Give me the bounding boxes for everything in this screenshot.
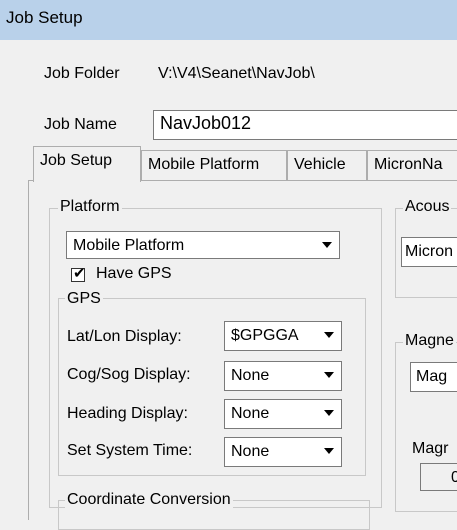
gps-latlon-label: Lat/Lon Display: bbox=[67, 328, 182, 345]
window-title-bar[interactable]: Job Setup bbox=[0, 0, 457, 40]
job-name-label: Job Name bbox=[44, 116, 117, 133]
platform-select-dropdown-button[interactable] bbox=[317, 234, 337, 256]
tab-vehicle-label: Vehicle bbox=[294, 156, 346, 173]
platform-select-value: Mobile Platform bbox=[73, 237, 185, 254]
tab-mobile-platform[interactable]: Mobile Platform bbox=[141, 150, 287, 180]
gps-latlon-dropdown-button[interactable] bbox=[319, 324, 339, 346]
magnetic-select[interactable]: Mag bbox=[410, 362, 457, 392]
gps-systemtime-dropdown-button[interactable] bbox=[319, 440, 339, 462]
have-gps-label: Have GPS bbox=[96, 265, 172, 282]
gps-heading-select[interactable]: None bbox=[224, 399, 342, 429]
gps-systemtime-label: Set System Time: bbox=[67, 442, 193, 459]
gps-cogsog-label: Cog/Sog Display: bbox=[67, 366, 191, 383]
gps-latlon-select[interactable]: $GPGGA bbox=[224, 321, 342, 351]
gps-latlon-value: $GPGGA bbox=[231, 327, 299, 344]
platform-select[interactable]: Mobile Platform bbox=[66, 231, 340, 259]
tab-vehicle[interactable]: Vehicle bbox=[287, 150, 367, 180]
job-folder-label: Job Folder bbox=[44, 65, 120, 82]
chevron-down-icon bbox=[324, 332, 334, 338]
tab-job-setup[interactable]: Job Setup bbox=[33, 146, 141, 182]
gps-systemtime-value: None bbox=[231, 443, 270, 460]
gps-heading-label: Heading Display: bbox=[67, 405, 188, 422]
window-title: Job Setup bbox=[6, 8, 83, 27]
magnetic-select-value: Mag bbox=[416, 368, 448, 385]
chevron-down-icon bbox=[324, 448, 334, 454]
gps-group-legend: GPS bbox=[65, 290, 103, 308]
acoustic-select-value: Micron bbox=[405, 243, 454, 260]
job-folder-path: V:\V4\Seanet\NavJob\ bbox=[158, 65, 315, 82]
coordinate-conversion-legend: Coordinate Conversion bbox=[65, 491, 233, 509]
magnetic-field-value: 0 bbox=[451, 469, 457, 486]
acoustic-select[interactable]: Micron bbox=[401, 237, 457, 267]
chevron-down-icon bbox=[324, 372, 334, 378]
checkmark-icon: ✔ bbox=[73, 265, 86, 282]
job-name-input[interactable]: NavJob012 bbox=[153, 110, 457, 140]
gps-heading-value: None bbox=[231, 405, 270, 422]
gps-cogsog-dropdown-button[interactable] bbox=[319, 364, 339, 386]
magnetic-field-input[interactable]: 0 bbox=[420, 463, 457, 491]
gps-heading-dropdown-button[interactable] bbox=[319, 402, 339, 424]
platform-group-legend: Platform bbox=[58, 198, 122, 216]
chevron-down-icon bbox=[322, 242, 332, 248]
job-name-value: NavJob012 bbox=[160, 113, 252, 133]
tab-mobile-platform-label: Mobile Platform bbox=[148, 156, 260, 173]
acoustic-group-legend: Acous bbox=[403, 198, 452, 216]
tab-job-setup-label: Job Setup bbox=[40, 152, 113, 169]
gps-systemtime-select[interactable]: None bbox=[224, 437, 342, 467]
gps-cogsog-select[interactable]: None bbox=[224, 361, 342, 391]
tab-micronnav[interactable]: MicronNa bbox=[367, 150, 457, 180]
magnetic-field-label: Magr bbox=[412, 440, 449, 457]
tab-micronnav-label: MicronNa bbox=[374, 156, 443, 173]
chevron-down-icon bbox=[324, 410, 334, 416]
have-gps-checkbox[interactable]: ✔ bbox=[71, 265, 86, 282]
gps-cogsog-value: None bbox=[231, 367, 270, 384]
magnetic-group-legend: Magne bbox=[403, 332, 456, 350]
